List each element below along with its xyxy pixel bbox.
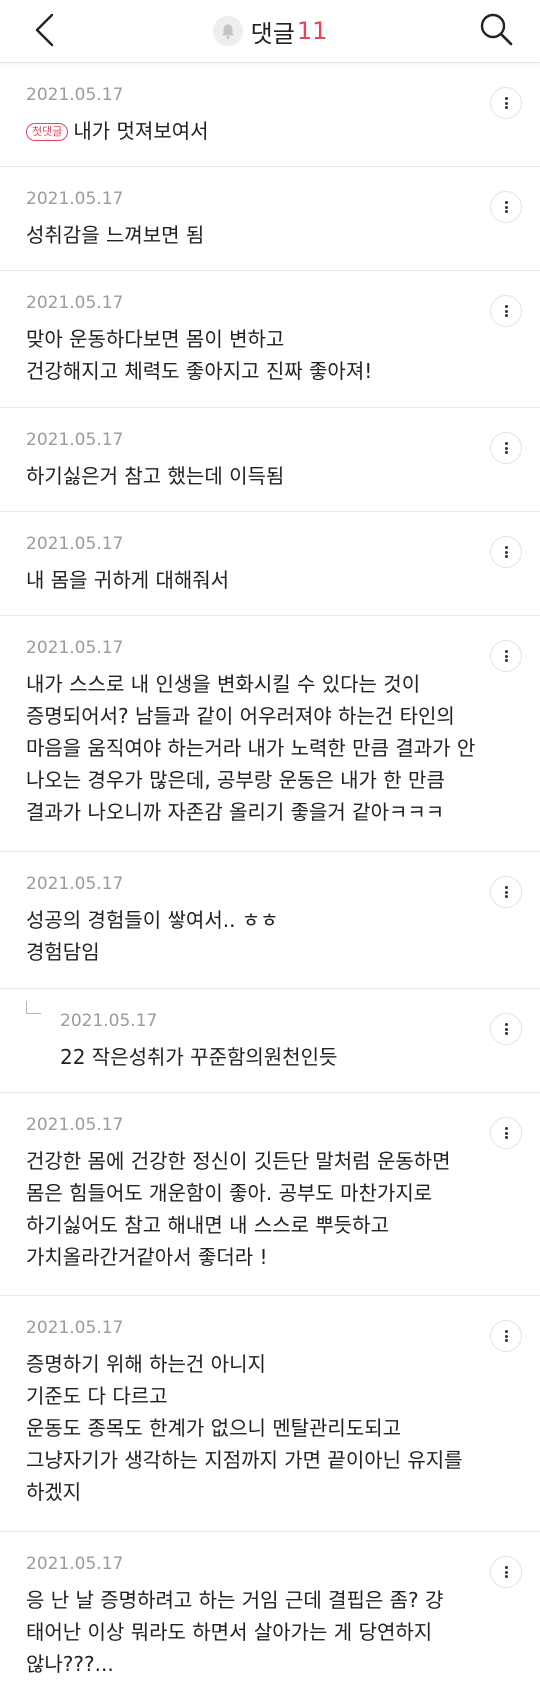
comment-line: 마음을 움직여야 하는거라 내가 노력한 만큼 결과가 안 [26,736,476,760]
comment-line: 건강해지고 체력도 좋아지고 진짜 좋아져! [26,359,373,383]
comment-line: 기준도 다 다르고 [26,1384,168,1408]
reply-arrow-icon [26,1001,41,1014]
comment-line: 맞아 운동하다보면 몸이 변하고 [26,327,285,351]
more-vertical-icon [504,885,508,899]
more-vertical-icon [504,1329,508,1343]
comment-line: 태어난 이상 뭐라도 하면서 살아가는 게 당연하지 [26,1620,433,1644]
comment-body: 맞아 운동하다보면 몸이 변하고 건강해지고 체력도 좋아지고 진짜 좋아져! [26,323,460,387]
comment-line: 하겠지 [26,1480,82,1504]
page-title: 댓글 [250,19,295,48]
comment-body: 성공의 경험들이 쌓여서.. ㅎㅎ 경험담임 [26,904,460,968]
comment-date: 2021.05.17 [26,1318,124,1338]
comment-line: 내가 멋져보여서 [73,119,209,143]
comment-body: 첫댓글 내가 멋져보여서 [26,115,460,147]
comment-item: 2021.05.17 하기싫은거 참고 했는데 이득됨 [0,408,540,512]
more-vertical-icon [504,545,508,559]
more-vertical-icon [504,1126,508,1140]
comment-line: 나오는 경우가 많은데, 공부랑 운동은 내가 한 만큼 [26,768,445,792]
more-vertical-icon [504,441,508,455]
more-vertical-icon [504,1022,508,1036]
reply-item: 2021.05.17 22 작은성취가 꾸준함의원천인듯 [0,989,540,1093]
more-options-button[interactable] [490,1117,522,1149]
comment-date: 2021.05.17 [26,85,124,105]
comment-line: 건강한 몸에 건강한 정신이 깃든단 말처럼 운동하면 [26,1149,451,1173]
comment-line: 않나???... [26,1652,114,1676]
comment-item: 2021.05.17 내 몸을 귀하게 대해줘서 [0,512,540,616]
more-options-button[interactable] [490,640,522,672]
comment-body: 내가 스스로 내 인생을 변화시킬 수 있다는 것이 증명되어서? 남들과 같이… [26,668,476,828]
comment-item: 2021.05.17 건강한 몸에 건강한 정신이 깃든단 말처럼 운동하면 몸… [0,1093,540,1296]
more-options-button[interactable] [490,876,522,908]
more-vertical-icon [504,304,508,318]
comment-date: 2021.05.17 [26,534,124,554]
comment-line: 성공의 경험들이 쌓여서.. ㅎㅎ [26,908,279,932]
search-icon [480,13,513,46]
comment-body: 건강한 몸에 건강한 정신이 깃든단 말처럼 운동하면 몸은 힘들어도 개운함이… [26,1145,460,1273]
page-title-group: 댓글 11 [0,0,540,62]
comment-date: 2021.05.17 [26,430,124,450]
comment-date: 2021.05.17 [26,874,124,894]
comment-line: 내 몸을 귀하게 대해줘서 [26,568,230,592]
comment-item: 2021.05.17 증명하기 위해 하는건 아니지 기준도 다 다르고 운동도… [0,1296,540,1532]
comment-body: 성취감을 느껴보면 됨 [26,219,460,251]
comment-date: 2021.05.17 [26,638,124,658]
comment-line: 가치올라간거같아서 좋더라 ! [26,1245,268,1269]
comment-line: 하기싫어도 참고 해내면 내 스스로 뿌듯하고 [26,1213,389,1237]
comment-date: 2021.05.17 [26,1554,124,1574]
top-bar: 댓글 11 [0,0,540,63]
comment-line: 몸은 힘들어도 개운함이 좋아. 공부도 마찬가지로 [26,1181,433,1205]
comment-body: 22 작은성취가 꾸준함의원천인듯 [60,1041,460,1073]
comment-line: 경험담임 [26,940,100,964]
more-options-button[interactable] [490,432,522,464]
comment-item: 2021.05.17 응 난 날 증명하려고 하는 거임 근데 결핍은 좀? 걍… [0,1532,540,1692]
comment-item: 2021.05.17 첫댓글 내가 멋져보여서 [0,63,540,167]
comment-line: 증명되어서? 남들과 같이 어우러져야 하는건 타인의 [26,704,455,728]
bell-icon[interactable] [212,16,243,46]
more-vertical-icon [504,1565,508,1579]
comment-body: 증명하기 위해 하는건 아니지 기준도 다 다르고 운동도 종목도 한계가 없으… [26,1348,463,1508]
comment-date: 2021.05.17 [26,189,124,209]
comment-item: 2021.05.17 성취감을 느껴보면 됨 [0,167,540,271]
more-vertical-icon [504,649,508,663]
comment-date: 2021.05.17 [26,293,124,313]
comment-line: 운동도 종목도 한계가 없으니 멘탈관리도되고 [26,1416,402,1440]
comment-count: 11 [296,17,328,45]
comment-line: 그냥자기가 생각하는 지점까지 가면 끝이아닌 유지를 [26,1448,463,1472]
more-options-button[interactable] [490,1556,522,1588]
more-vertical-icon [504,96,508,110]
comment-date: 2021.05.17 [26,1115,124,1135]
comment-line: 하기싫은거 참고 했는데 이득됨 [26,464,285,488]
comment-body: 하기싫은거 참고 했는데 이득됨 [26,460,460,492]
comment-item: 2021.05.17 내가 스스로 내 인생을 변화시킬 수 있다는 것이 증명… [0,616,540,852]
more-options-button[interactable] [490,295,522,327]
comment-line: 결과가 나오니까 자존감 올리기 좋을거 같아ㅋㅋㅋ [26,800,445,824]
more-vertical-icon [504,200,508,214]
comment-line: 증명하기 위해 하는건 아니지 [26,1352,266,1376]
comment-body: 내 몸을 귀하게 대해줘서 [26,564,460,596]
comment-list: 2021.05.17 첫댓글 내가 멋져보여서 2021.05.17 성취감을 느… [0,63,540,1692]
comment-item: 2021.05.17 성공의 경험들이 쌓여서.. ㅎㅎ 경험담임 [0,852,540,989]
first-comment-badge: 첫댓글 [26,123,69,141]
comment-line: 성취감을 느껴보면 됨 [26,223,205,247]
more-options-button[interactable] [490,87,522,119]
comment-line: 응 난 날 증명하려고 하는 거임 근데 결핍은 좀? 걍 [26,1588,444,1612]
comment-line: 내가 스스로 내 인생을 변화시킬 수 있다는 것이 [26,672,421,696]
more-options-button[interactable] [490,1320,522,1352]
more-options-button[interactable] [490,536,522,568]
comment-line: 22 작은성취가 꾸준함의원천인듯 [60,1045,338,1069]
comment-date: 2021.05.17 [60,1011,158,1031]
more-options-button[interactable] [490,1013,522,1045]
search-button[interactable] [478,10,516,50]
comment-item: 2021.05.17 맞아 운동하다보면 몸이 변하고 건강해지고 체력도 좋아… [0,271,540,408]
more-options-button[interactable] [490,191,522,223]
comment-body: 응 난 날 증명하려고 하는 거임 근데 결핍은 좀? 걍 태어난 이상 뭐라도… [26,1584,460,1680]
